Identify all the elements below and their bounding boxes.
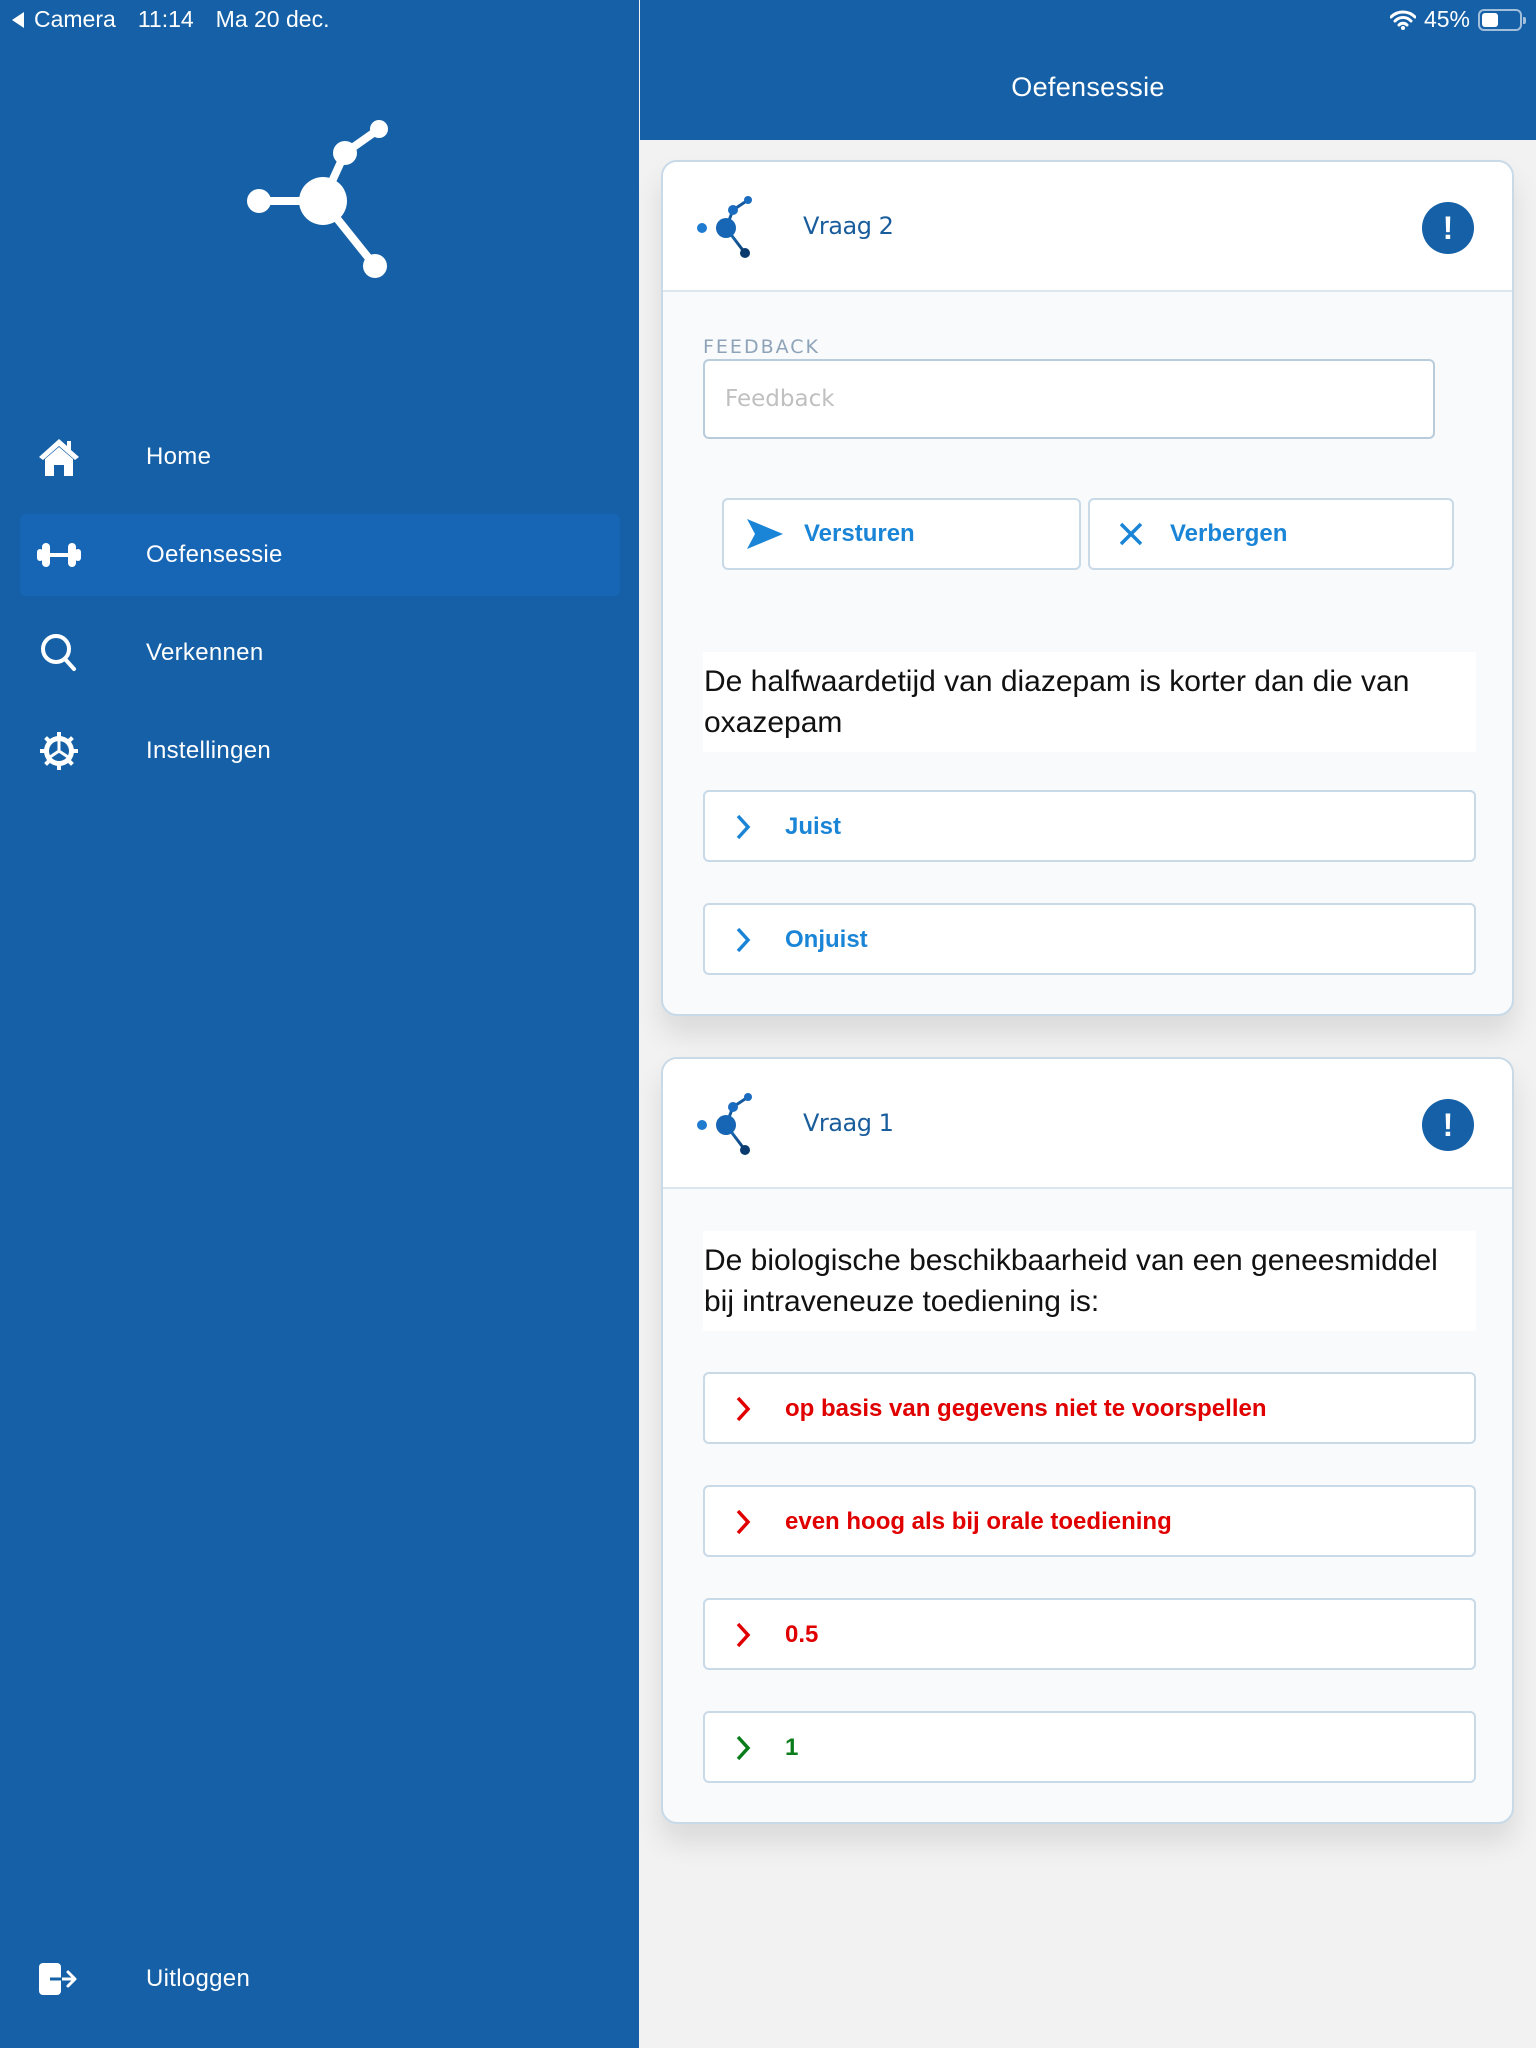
- sidebar-item-label: Home: [146, 443, 212, 470]
- question-card: Vraag 1 ! De biologische beschikbaarheid…: [661, 1057, 1514, 1824]
- main-content: 45% Oefensessie Vraag 2 ! FEEDBACK Feedb…: [640, 0, 1536, 2048]
- logout-label: Uitloggen: [146, 1965, 251, 1992]
- card-header: Vraag 1 !: [663, 1059, 1512, 1189]
- send-label: Versturen: [804, 520, 915, 547]
- chevron-right-icon: [736, 1622, 751, 1648]
- sidebar-item-instellingen[interactable]: Instellingen: [20, 710, 620, 792]
- sidebar: Camera 11:14 Ma 20 dec. Home Oefensessie…: [0, 0, 639, 2048]
- answer-option[interactable]: op basis van gegevens niet te voorspelle…: [703, 1372, 1476, 1444]
- send-icon: [744, 514, 786, 554]
- answer-option[interactable]: Juist: [703, 790, 1476, 862]
- search-icon: [36, 630, 82, 676]
- chevron-right-icon: [736, 927, 751, 953]
- chevron-right-icon: [736, 1735, 751, 1761]
- answer-label: op basis van gegevens niet te voorspelle…: [785, 1395, 1267, 1422]
- dumbbell-icon: [36, 532, 82, 578]
- molecule-icon: [697, 196, 752, 258]
- report-alert-icon[interactable]: !: [1422, 202, 1474, 254]
- top-navigation-bar: 45% Oefensessie: [640, 0, 1536, 140]
- answer-label: 0.5: [785, 1621, 819, 1648]
- home-icon: [36, 434, 82, 480]
- close-icon: [1110, 514, 1152, 554]
- sidebar-item-label: Verkennen: [146, 639, 264, 666]
- gear-icon: [36, 728, 82, 774]
- status-bar-right: 45%: [1389, 6, 1526, 33]
- wifi-icon: [1389, 10, 1416, 30]
- sidebar-item-label: Oefensessie: [146, 541, 283, 568]
- report-alert-icon[interactable]: !: [1422, 1099, 1474, 1151]
- question-text: De biologische beschikbaarheid van een g…: [703, 1231, 1476, 1331]
- molecule-logo-icon: [247, 120, 388, 278]
- status-time: 11:14: [137, 6, 194, 32]
- send-button[interactable]: Versturen: [722, 498, 1081, 570]
- back-arrow-icon[interactable]: [12, 11, 24, 28]
- sidebar-item-label: Instellingen: [146, 737, 272, 764]
- question-text: De halfwaardetijd van diazepam is korter…: [703, 652, 1476, 752]
- question-title: Vraag 1: [803, 1109, 894, 1137]
- sidebar-item-verkennen[interactable]: Verkennen: [20, 612, 620, 694]
- battery-percent: 45%: [1423, 6, 1470, 32]
- card-header: Vraag 2 !: [663, 162, 1512, 292]
- answer-option[interactable]: 1: [703, 1711, 1476, 1783]
- sidebar-item-oefensessie[interactable]: Oefensessie: [20, 514, 620, 596]
- page-title: Oefensessie: [1011, 72, 1165, 102]
- feedback-label: FEEDBACK: [703, 336, 820, 358]
- question-card: Vraag 2 ! FEEDBACK Versturen Verbergen D…: [661, 160, 1514, 1016]
- logout-button[interactable]: Uitloggen: [20, 1938, 620, 2020]
- sidebar-item-home[interactable]: Home: [20, 416, 620, 498]
- question-title: Vraag 2: [803, 212, 894, 240]
- status-bar-left: Camera 11:14 Ma 20 dec.: [12, 6, 329, 33]
- answer-label: Juist: [785, 813, 842, 840]
- status-date: Ma 20 dec.: [215, 6, 330, 32]
- answer-label: even hoog als bij orale toediening: [785, 1508, 1172, 1535]
- back-to-app[interactable]: Camera: [34, 6, 116, 33]
- logout-icon: [36, 1956, 82, 2002]
- answer-label: Onjuist: [785, 926, 868, 953]
- hide-label: Verbergen: [1170, 520, 1288, 547]
- feedback-input[interactable]: [703, 359, 1435, 439]
- answer-option[interactable]: Onjuist: [703, 903, 1476, 975]
- answer-option[interactable]: 0.5: [703, 1598, 1476, 1670]
- answer-label: 1: [785, 1734, 799, 1761]
- chevron-right-icon: [736, 1396, 751, 1422]
- chevron-right-icon: [736, 1509, 751, 1535]
- battery-icon: [1478, 8, 1526, 31]
- molecule-icon: [697, 1093, 752, 1155]
- answer-option[interactable]: even hoog als bij orale toediening: [703, 1485, 1476, 1557]
- hide-button[interactable]: Verbergen: [1088, 498, 1454, 570]
- chevron-right-icon: [736, 814, 751, 840]
